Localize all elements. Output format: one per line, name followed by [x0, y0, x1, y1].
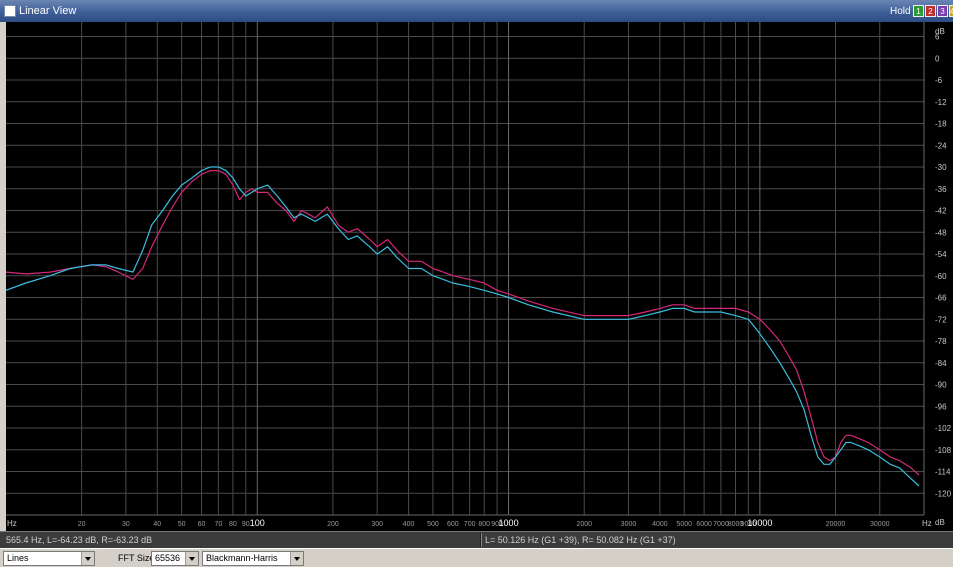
- spectrum-chart[interactable]: 60 -6 -12 -18 -24 -30 -36 -42 -48 -54 -60 -66 -72 -78…: [6, 22, 953, 531]
- x-tick-label: 5000: [676, 521, 692, 528]
- x-tick-label: 100: [250, 518, 265, 528]
- window-title: Linear View: [19, 5, 77, 17]
- window-function-select[interactable]: Blackmann-Harris: [202, 551, 304, 566]
- x-tick-label: 600: [447, 521, 459, 528]
- chevron-down-icon[interactable]: [185, 552, 198, 565]
- x-tick-label: 1000: [499, 518, 519, 528]
- x-tick-label: 40: [153, 521, 161, 528]
- y-tick-label: -36: [935, 185, 947, 194]
- y-tick-label: -84: [935, 359, 947, 368]
- status-bar: 565.4 Hz, L=-64.23 dB, R=-63.23 dB L= 50…: [0, 531, 953, 548]
- chevron-down-icon[interactable]: [290, 552, 303, 565]
- x-tick-label: 300: [371, 521, 383, 528]
- window-function-value: Blackmann-Harris: [206, 553, 278, 563]
- x-tick-label: 30000: [870, 521, 890, 528]
- y-tick-label: -12: [935, 98, 947, 107]
- x-tick-label: 10000: [747, 518, 772, 528]
- y-tick-label: -24: [935, 141, 947, 150]
- x-tick-label: 500: [427, 521, 439, 528]
- x-tick-label: 4000: [652, 521, 668, 528]
- linear-view-checkbox[interactable]: [4, 5, 16, 17]
- x-unit-label-right: Hz: [922, 519, 932, 528]
- y-tick-label: -66: [935, 294, 947, 303]
- hold-button-2[interactable]: 2: [925, 5, 936, 17]
- bottom-toolbar: Lines FFT Size 65536 Blackmann-Harris: [0, 548, 953, 567]
- cursor-readout: 565.4 Hz, L=-64.23 dB, R=-63.23 dB: [6, 535, 153, 545]
- display-mode-select[interactable]: Lines: [3, 551, 95, 566]
- x-tick-label: 70: [214, 521, 222, 528]
- x-tick-label: 20: [78, 521, 86, 528]
- x-unit-label: Hz: [7, 519, 17, 528]
- y-unit-label-bottom: dB: [935, 518, 945, 527]
- y-tick-label: -90: [935, 381, 947, 390]
- y-tick-label: -54: [935, 250, 947, 259]
- y-tick-label: -30: [935, 163, 947, 172]
- hold-label: Hold: [890, 6, 911, 17]
- y-tick-label: -72: [935, 315, 947, 324]
- status-divider: [480, 533, 482, 547]
- y-tick-label: -60: [935, 272, 947, 281]
- x-tick-label: 800: [478, 521, 490, 528]
- hold-button-3[interactable]: 3: [937, 5, 948, 17]
- y-tick-label: -42: [935, 207, 947, 216]
- x-tick-label: 3000: [621, 521, 637, 528]
- y-tick-label: -48: [935, 228, 947, 237]
- display-mode-value: Lines: [7, 553, 29, 563]
- fft-size-select[interactable]: 65536: [151, 551, 199, 566]
- x-tick-label: 20000: [826, 521, 846, 528]
- chevron-down-icon[interactable]: [81, 552, 94, 565]
- y-tick-label: -102: [935, 424, 952, 433]
- x-tick-label: 200: [327, 521, 339, 528]
- fft-size-label: FFT Size: [118, 553, 155, 563]
- x-tick-label: 700: [464, 521, 476, 528]
- x-tick-label: 90: [242, 521, 250, 528]
- y-tick-label: -114: [935, 468, 951, 477]
- peak-readout: L= 50.126 Hz (G1 +39), R= 50.082 Hz (G1 …: [485, 535, 676, 545]
- plot-background: [6, 22, 953, 531]
- x-tick-label: 400: [403, 521, 415, 528]
- y-tick-label: -96: [935, 402, 947, 411]
- x-tick-label: 50: [178, 521, 186, 528]
- fft-size-value: 65536: [155, 553, 181, 563]
- y-tick-label: -6: [935, 76, 943, 85]
- y-tick-label: -120: [935, 489, 952, 498]
- title-bar: Linear View Hold 1 2 3 4: [0, 0, 953, 22]
- x-tick-label: 80: [229, 521, 237, 528]
- spectrum-window: Linear View Hold 1 2 3 4 6 0 -6 -12 -18 -24 -3…: [0, 0, 953, 567]
- hold-button-1[interactable]: 1: [913, 5, 924, 17]
- hold-button-4[interactable]: 4: [949, 5, 953, 17]
- x-tick-label: 60: [198, 521, 206, 528]
- y-unit-label: dB: [935, 27, 945, 36]
- x-tick-label: 2000: [576, 521, 592, 528]
- spectrum-plot[interactable]: 6 0 -6 -12 -18 -24 -30 -36 -42 -48 -54 -60 -66 -72 -78…: [6, 22, 953, 531]
- y-tick-label: -78: [935, 337, 947, 346]
- x-tick-label: 30: [122, 521, 130, 528]
- y-tick-label: 0: [935, 54, 940, 63]
- y-tick-label: -18: [935, 120, 947, 129]
- x-tick-label: 6000: [696, 521, 712, 528]
- x-tick-label: 7000: [713, 521, 729, 528]
- y-tick-label: -108: [935, 446, 952, 455]
